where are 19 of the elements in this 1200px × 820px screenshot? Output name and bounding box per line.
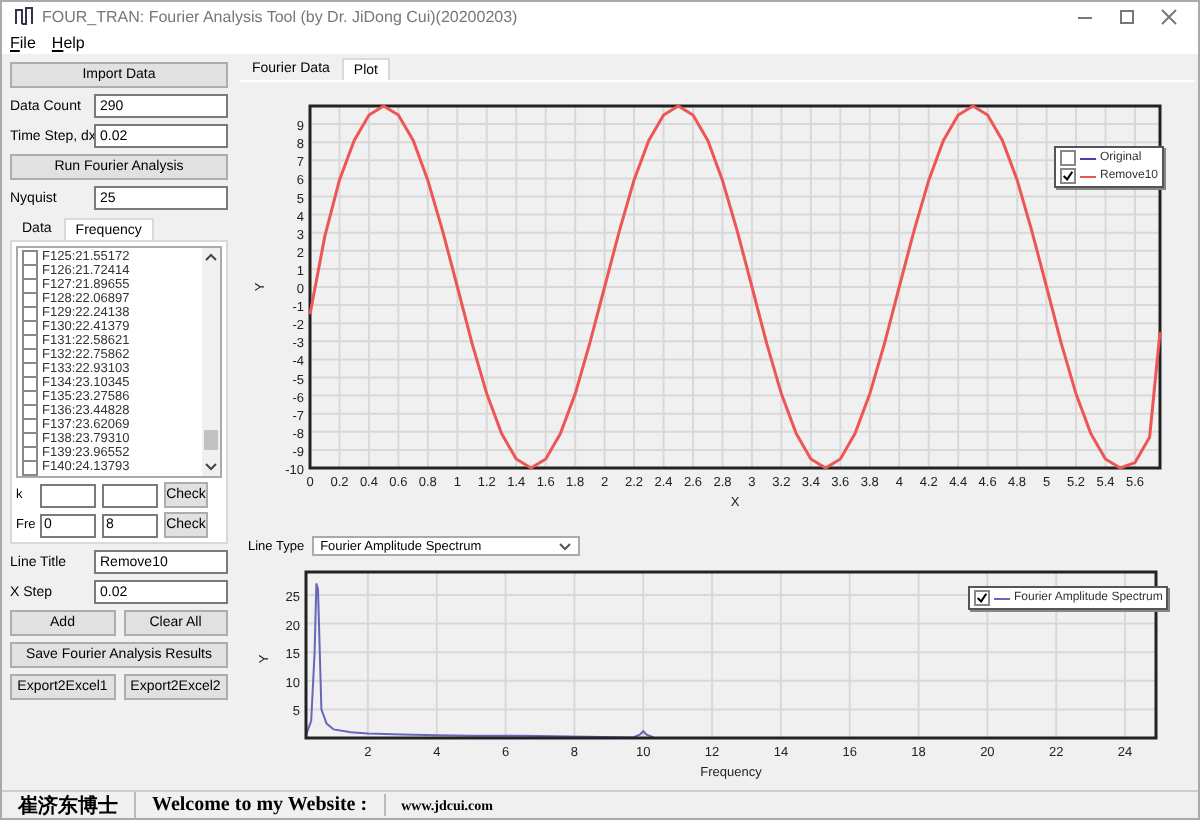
checkbox[interactable] xyxy=(1060,150,1076,166)
k-from-field[interactable] xyxy=(40,483,96,507)
menu-item[interactable]: File xyxy=(10,33,36,51)
scroll-thumb[interactable] xyxy=(204,430,218,450)
chevron-down-icon[interactable] xyxy=(558,541,573,551)
checkbox[interactable] xyxy=(1060,168,1076,184)
close-icon[interactable] xyxy=(1160,7,1178,25)
menu-item[interactable]: Help xyxy=(51,33,85,51)
checkbox[interactable] xyxy=(22,249,38,265)
window-title: FOUR_TRAN: Fourier Analysis Tool (by Dr. JiDong Cui)(20200203) xyxy=(42,7,518,25)
scrollbar[interactable] xyxy=(202,248,220,476)
status-text: Welcome to my Website : xyxy=(136,794,386,816)
app-logo-icon xyxy=(14,6,34,26)
scroll-down-icon[interactable] xyxy=(204,460,218,472)
checkbox[interactable] xyxy=(974,590,990,606)
maximize-icon[interactable] xyxy=(1118,7,1136,25)
k-to-field[interactable] xyxy=(102,483,158,507)
scroll-up-icon[interactable] xyxy=(204,252,218,264)
status-text: 崔济东博士 xyxy=(2,791,136,818)
